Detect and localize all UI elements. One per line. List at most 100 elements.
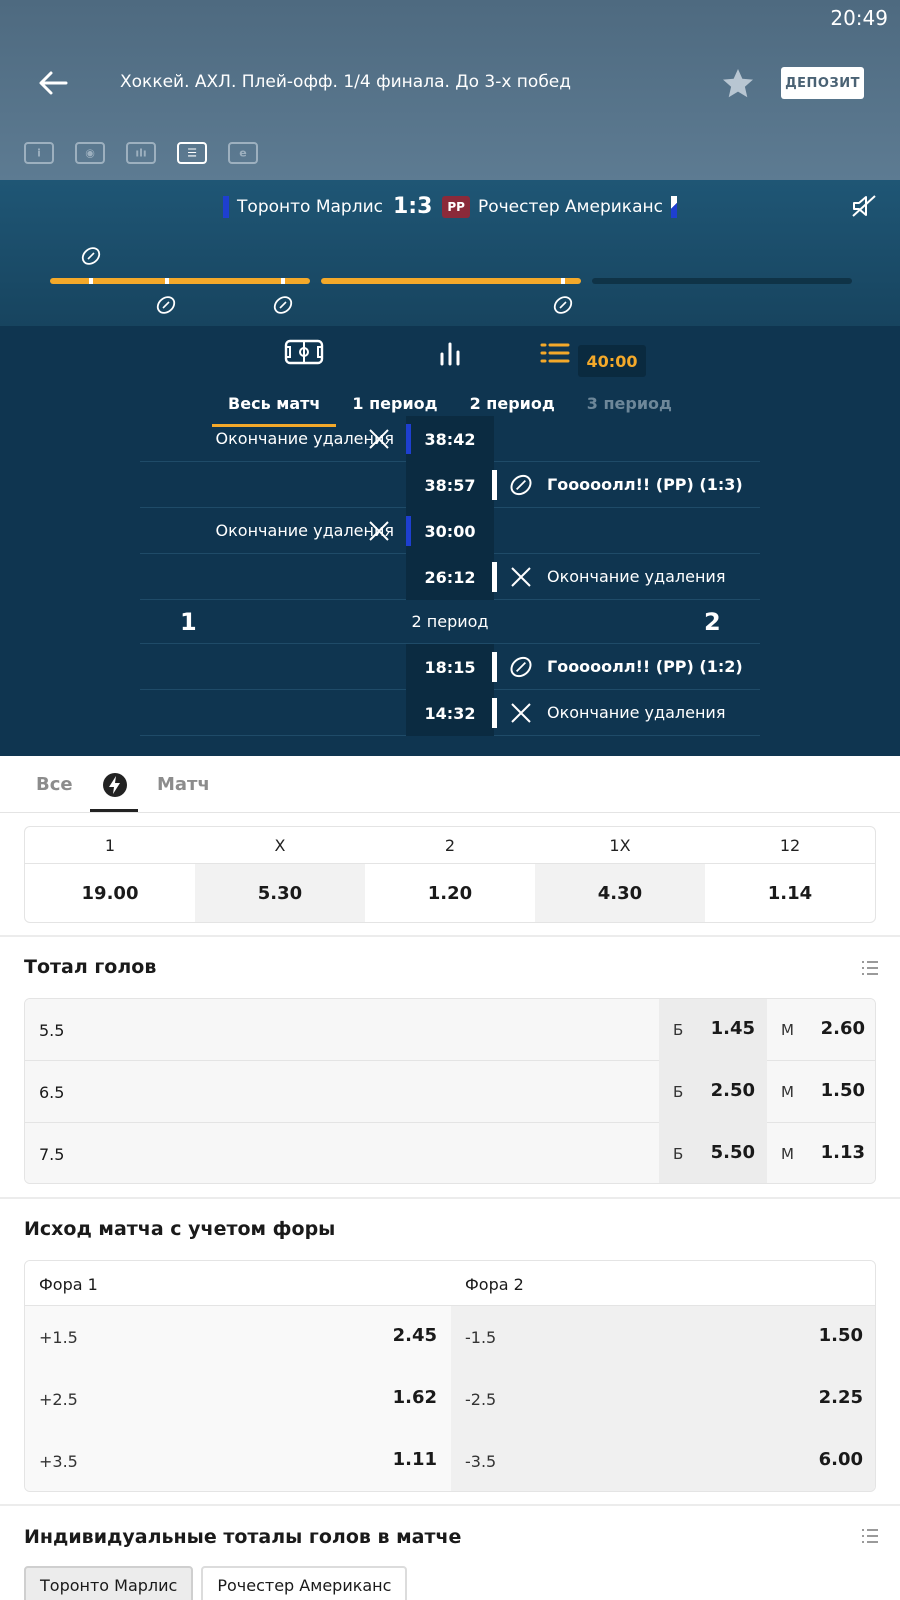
total-row: 5.5 Б 1.45 М 2.60	[25, 999, 875, 1061]
odd-button[interactable]: 1.20	[365, 864, 535, 922]
under-odd-button[interactable]: М 1.50	[767, 1061, 875, 1123]
star-icon[interactable]	[720, 66, 756, 102]
handicap-odd: 1.50	[818, 1325, 863, 1346]
e-view-icon[interactable]: e	[228, 142, 258, 164]
period-away-score: 2	[704, 608, 721, 636]
odds-header: 12	[779, 836, 801, 855]
handicap-2-odd-button[interactable]: -2.5 2.25	[451, 1368, 875, 1430]
under-label: М	[781, 1145, 794, 1163]
under-label: М	[781, 1083, 794, 1101]
odd-button[interactable]: 4.30	[535, 864, 705, 922]
market-tabs: Все Матч	[0, 756, 900, 813]
event-row: 26:12 Окончание удаления	[140, 554, 760, 600]
handicap-row: +2.5 1.62 -2.5 2.25	[25, 1368, 875, 1430]
live-bolt-icon[interactable]	[102, 772, 128, 798]
over-odd-button[interactable]: Б 1.45	[659, 999, 767, 1061]
event-text: Гооооолл!! (PP) (1:3)	[547, 475, 743, 494]
goal-puck-icon[interactable]	[272, 294, 294, 316]
handicap-2-odd-button[interactable]: -3.5 6.00	[451, 1430, 875, 1491]
page-title: Хоккей. АХЛ. Плей-офф. 1/4 финала. До 3-…	[120, 72, 572, 92]
rink-icon[interactable]	[284, 336, 324, 370]
event-tick	[281, 278, 285, 284]
event-row: 38:57 Гооооолл!! (PP) (1:3)	[140, 462, 760, 508]
period-separator: 1 2 период 2	[140, 600, 760, 644]
team-selector: Торонто Марлис Рочестер Американс	[24, 1566, 408, 1600]
away-team-marker	[492, 652, 497, 682]
back-arrow-icon[interactable]	[36, 66, 70, 100]
event-time: 26:12	[406, 554, 494, 600]
stats-view-icon[interactable]: ılı	[126, 142, 156, 164]
penalty-end-icon	[511, 703, 531, 723]
goal-puck-icon[interactable]	[552, 294, 574, 316]
handicap-1-header: Фора 1	[39, 1275, 98, 1294]
goal-puck-icon[interactable]	[80, 245, 102, 267]
total-row: 6.5 Б 2.50 М 1.50	[25, 1061, 875, 1123]
field-view-icon[interactable]: ◉	[75, 142, 105, 164]
tab-match[interactable]: Матч	[157, 774, 210, 795]
stats-icon[interactable]	[430, 336, 470, 370]
under-odd: 1.50	[820, 1080, 865, 1101]
away-team-marker	[492, 470, 497, 500]
handicap-value: -2.5	[465, 1390, 497, 1409]
sound-off-icon[interactable]	[850, 192, 878, 220]
total-row: 7.5 Б 5.50 М 1.13	[25, 1123, 875, 1183]
goal-puck-icon	[510, 656, 532, 678]
handicap-1-odd-button[interactable]: +2.5 1.62	[25, 1368, 451, 1430]
odd-button[interactable]: 1.14	[705, 864, 875, 922]
odd-button[interactable]: 5.30	[195, 864, 365, 922]
main-odds-table: 1 X 2 1X 12 19.00 5.30 1.20 4.30 1.14	[24, 826, 876, 923]
powerplay-badge: PP	[442, 195, 470, 218]
total-line: 5.5	[39, 1021, 65, 1040]
penalty-end-icon	[511, 567, 531, 587]
handicap-odd: 6.00	[818, 1449, 863, 1470]
list-view-icon[interactable]	[861, 1528, 879, 1544]
over-odd: 2.50	[710, 1080, 755, 1101]
section-divider	[0, 1197, 900, 1199]
handicap-2-header: Фора 2	[465, 1275, 524, 1294]
odd-button[interactable]: 19.00	[25, 864, 195, 922]
event-time: 18:15	[406, 644, 494, 690]
team-pill-away[interactable]: Рочестер Американс	[201, 1566, 408, 1600]
handicap-row: +3.5 1.11 -3.5 6.00	[25, 1430, 875, 1491]
handicap-2-odd-button[interactable]: -1.5 1.50	[451, 1306, 875, 1368]
top-header: 20:49 Хоккей. АХЛ. Плей-офф. 1/4 финала.…	[0, 0, 900, 180]
scoreboard: Торонто Марлис 1:3 PP Рочестер Американс	[0, 180, 900, 326]
under-odd: 2.60	[820, 1018, 865, 1039]
event-row: 18:15 Гооооолл!! (PP) (1:2)	[140, 644, 760, 690]
event-tick	[89, 278, 93, 284]
handicap-odd: 1.62	[392, 1387, 437, 1408]
over-odd-button[interactable]: Б 2.50	[659, 1061, 767, 1123]
total-line: 7.5	[39, 1145, 65, 1164]
period-3-progress	[592, 278, 852, 284]
under-odd-button[interactable]: М 2.60	[767, 999, 875, 1061]
active-tab-indicator	[90, 809, 138, 812]
team-pill-home[interactable]: Торонто Марлис	[24, 1566, 194, 1600]
handicap-table: Фора 1 Фора 2 +1.5 2.45 -1.5 1.50 +2.5 1…	[24, 1260, 876, 1492]
under-odd-button[interactable]: М 1.13	[767, 1123, 875, 1183]
period-2-progress	[321, 278, 581, 284]
list-view-icon[interactable]	[861, 960, 879, 976]
info-view-icon[interactable]: i	[24, 142, 54, 164]
away-team-flag	[670, 195, 677, 218]
total-line: 6.5	[39, 1083, 65, 1102]
tab-all[interactable]: Все	[36, 774, 73, 795]
odds-header: 2	[444, 836, 456, 855]
handicap-value: +3.5	[39, 1452, 78, 1471]
handicap-1-odd-button[interactable]: +1.5 2.45	[25, 1306, 451, 1368]
handicap-1-odd-button[interactable]: +3.5 1.11	[25, 1430, 451, 1491]
under-label: М	[781, 1021, 794, 1039]
individual-totals-title: Индивидуальные тоталы голов в матче	[24, 1526, 462, 1548]
home-team-marker	[406, 424, 411, 454]
period-label: 2 период	[411, 612, 489, 631]
deposit-button[interactable]: ДЕПОЗИТ	[781, 67, 864, 99]
over-label: Б	[673, 1021, 684, 1039]
over-odd-button[interactable]: Б 5.50	[659, 1123, 767, 1183]
events-list-icon[interactable]	[536, 336, 576, 370]
section-divider	[0, 1504, 900, 1506]
under-odd: 1.13	[820, 1142, 865, 1163]
odds-header: 1	[104, 836, 116, 855]
events-view-icon[interactable]: ☰	[177, 142, 207, 164]
away-team-marker	[492, 698, 497, 728]
goal-puck-icon[interactable]	[155, 294, 177, 316]
event-row: 30:00 Окончание удаления	[140, 508, 760, 554]
